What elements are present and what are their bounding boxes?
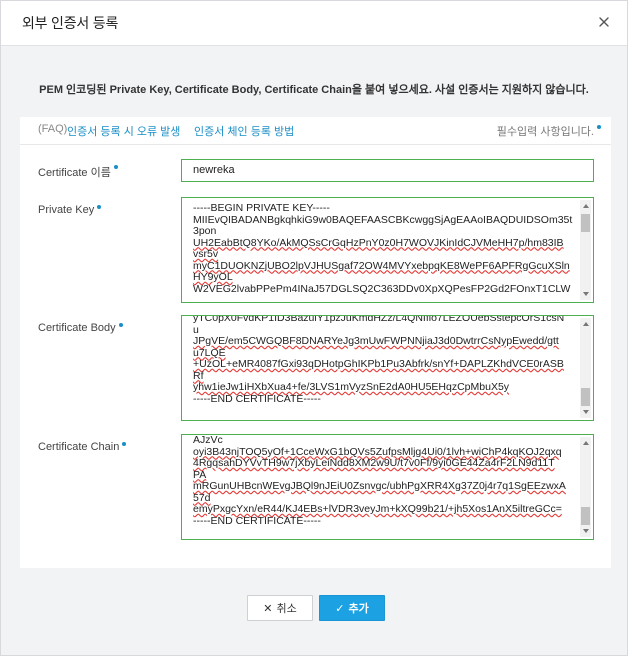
required-dot-icon <box>118 323 123 327</box>
required-dot-icon <box>597 125 601 129</box>
text-line: AJzVc <box>193 434 223 446</box>
required-dot-icon <box>97 205 102 209</box>
scrollbar-thumb[interactable] <box>581 214 590 232</box>
certificate-name-label-text: Certificate 이름 <box>38 167 111 179</box>
certificate-name-label: Certificate 이름 <box>38 164 118 180</box>
close-icon: ✕ <box>263 602 273 615</box>
scroll-down-icon[interactable] <box>583 529 589 533</box>
certificate-body-text: yTC0pX0FvdKP1ID3BazulY1pzJuKmdHZz/L4QNIf… <box>193 315 575 405</box>
scroll-up-icon[interactable] <box>583 441 589 445</box>
private-key-scrollbar[interactable] <box>580 200 591 300</box>
text-line: emyPxgcYxn/eR44/KJ4EBs+lVDR3veyJm+kXQ99b… <box>193 503 562 515</box>
required-dot-icon <box>122 442 127 446</box>
certificate-name-input[interactable]: newreka <box>181 159 594 182</box>
text-line: vsr5v <box>193 248 219 260</box>
scrollbar-thumb[interactable] <box>581 507 590 525</box>
certificate-chain-label-text: Certificate Chain <box>38 441 120 453</box>
text-line: myC1DUOKNZjUBO2lpVJHUSgaf72OW4MVYxebpqKE… <box>193 259 570 272</box>
required-dot-icon <box>113 165 118 169</box>
cancel-button-label: 취소 <box>276 603 297 615</box>
text-line: -----END CERTIFICATE----- <box>193 514 321 527</box>
dialog-title: 외부 인증서 등록 <box>22 15 119 31</box>
scroll-up-icon[interactable] <box>583 204 589 208</box>
certificate-chain-scrollbar[interactable] <box>580 437 591 537</box>
cancel-button[interactable]: ✕ 취소 <box>247 595 313 621</box>
scrollbar-thumb[interactable] <box>581 388 590 406</box>
certificate-chain-text: AJzVc oyi3B43njTOQ5yOf+1CceWxG1bQVs5Zufp… <box>193 435 575 527</box>
text-line: -----END CERTIFICATE----- <box>193 392 321 405</box>
scroll-up-icon[interactable] <box>583 322 589 326</box>
text-line: JPgVE/em5CWGQBF8DNARYeJg3mUwFWPNNjiaJ3d0… <box>193 335 559 347</box>
private-key-textarea[interactable]: -----BEGIN PRIVATE KEY----- MIIEvQIBADAN… <box>181 197 594 303</box>
scroll-down-icon[interactable] <box>583 410 589 414</box>
private-key-label: Private Key <box>38 204 102 216</box>
text-line: 4RgqsahDYVvTH9w7jXbyLeiNdd8XM2w9U/t7v0Ff… <box>193 457 555 469</box>
text-line: W2VEG2lvabPPePm4INaJ57DGLSQ2C363DDv0XpXQ… <box>193 282 571 295</box>
private-key-label-text: Private Key <box>38 204 95 216</box>
required-note: 필수입력 사항입니다. <box>497 123 601 139</box>
faq-link-chain-method[interactable]: 인증서 체인 등록 방법 <box>194 123 294 139</box>
pem-notice: PEM 인코딩된 Private Key, Certificate Body, … <box>39 84 589 96</box>
text-line: +UzOL+eMR4087fGxi93qDHotpGhIKPb1Pu3Abfrk… <box>193 358 564 370</box>
check-icon: ✓ <box>335 602 345 615</box>
text-line: MIIEvQIBADANBgkqhkiG9w0BAQEFAASCBKcwggSj… <box>193 213 573 226</box>
certificate-register-dialog: 외부 인증서 등록 PEM 인코딩된 Private Key, Certific… <box>0 0 628 656</box>
certificate-body-label: Certificate Body <box>38 322 123 334</box>
dialog-header: 외부 인증서 등록 <box>1 1 627 46</box>
private-key-text: -----BEGIN PRIVATE KEY----- MIIEvQIBADAN… <box>193 202 575 295</box>
certificate-body-label-text: Certificate Body <box>38 322 116 334</box>
scroll-down-icon[interactable] <box>583 292 589 296</box>
certificate-body-scrollbar[interactable] <box>580 318 591 418</box>
form-panel: (FAQ) 인증서 등록 시 오류 발생 인증서 체인 등록 방법 필수입력 사… <box>20 117 611 568</box>
add-button-label: 추가 <box>348 603 369 615</box>
certificate-body-textarea[interactable]: yTC0pX0FvdKP1ID3BazulY1pzJuKmdHZz/L4QNIf… <box>181 315 594 421</box>
faq-link-register-error[interactable]: 인증서 등록 시 오류 발생 <box>67 123 180 139</box>
text-line: yTC0pX0FvdKP1ID3BazulY1pzJuKmdHZz/L4QNIf… <box>193 315 565 324</box>
text-line: mRGunUHBcnWEvgJBQl9nJEiU0Zsnvgc/ubhPgXRR… <box>193 480 566 492</box>
add-button[interactable]: ✓ 추가 <box>319 595 385 621</box>
faq-row: (FAQ) 인증서 등록 시 오류 발생 인증서 체인 등록 방법 필수입력 사… <box>20 117 611 145</box>
text-line: -----BEGIN PRIVATE KEY----- <box>193 202 330 214</box>
certificate-chain-textarea[interactable]: AJzVc oyi3B43njTOQ5yOf+1CceWxG1bQVs5Zufp… <box>181 434 594 540</box>
text-line: HY9yOL <box>193 271 233 283</box>
required-note-text: 필수입력 사항입니다. <box>496 126 594 138</box>
text-line: 3pon <box>193 225 217 237</box>
certificate-chain-label: Certificate Chain <box>38 441 127 453</box>
text-line: UH2EabBtQ8YKo/AkMQSsCrGqHzPnY0z0H7WOVJKi… <box>193 236 564 249</box>
text-line: yhw1ieJw1iHXbXua4+fe/3LVS1mVyzSnE2dA0HU5… <box>193 381 510 393</box>
close-icon[interactable] <box>596 14 612 30</box>
faq-prefix: (FAQ) <box>38 123 68 135</box>
